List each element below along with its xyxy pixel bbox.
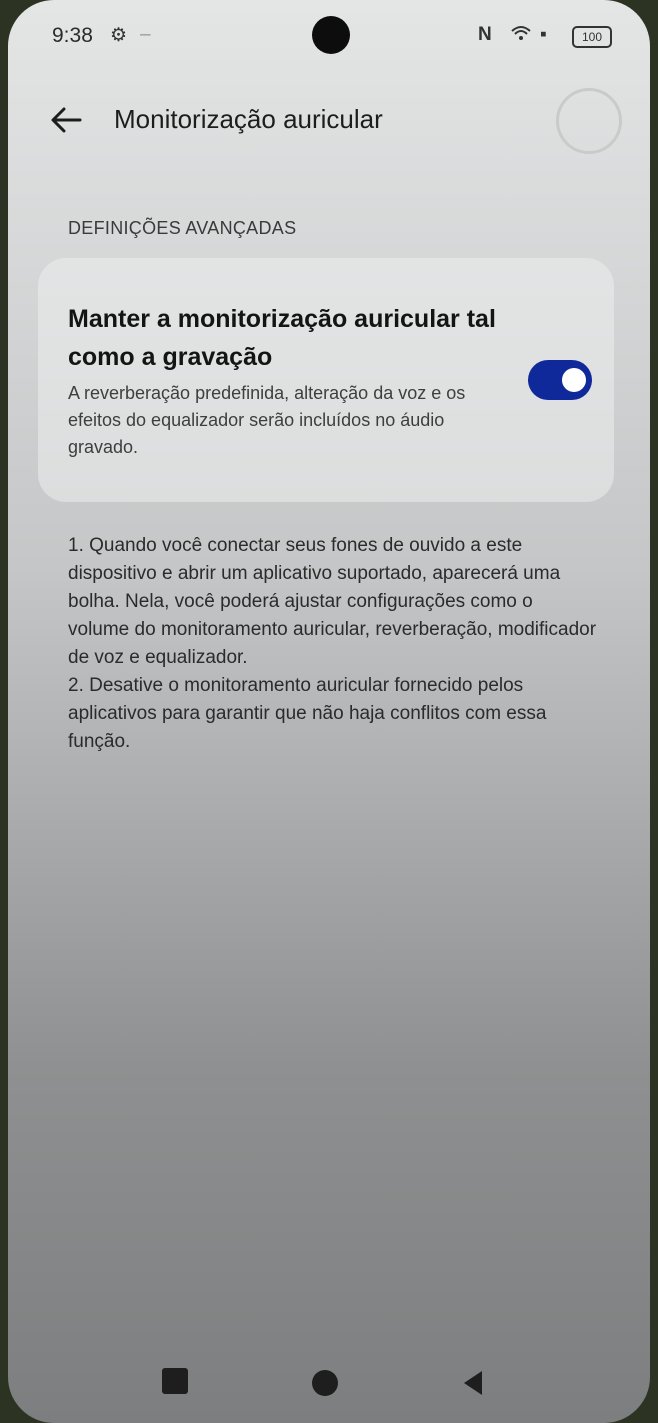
home-icon[interactable] bbox=[312, 1370, 338, 1396]
note-1: 1. Quando você conectar seus fones de ou… bbox=[68, 535, 597, 668]
page-title: Monitorização auricular bbox=[114, 104, 383, 134]
option-title: Manter a monitorização auricular tal com… bbox=[68, 305, 496, 371]
toggle-knob bbox=[562, 368, 586, 392]
nfc-icon: N bbox=[478, 24, 492, 45]
option-description: A reverberação predefinida, alteração da… bbox=[68, 383, 466, 457]
sim-icon: ▪ bbox=[540, 24, 547, 45]
back-icon[interactable] bbox=[458, 1368, 488, 1398]
note-2: 2. Desative o monitoramento auricular fo… bbox=[68, 675, 547, 752]
dash-icon: – bbox=[140, 24, 151, 45]
info-notes: 1. Quando você conectar seus fones de ou… bbox=[68, 532, 598, 756]
floating-circle-button[interactable] bbox=[556, 88, 622, 154]
monitoring-toggle[interactable] bbox=[528, 360, 592, 400]
phone-screen: 9:38 ⚙ – N ▪ 100 Monitorização auricular… bbox=[8, 0, 650, 1423]
battery-icon: 100 bbox=[572, 26, 612, 48]
status-time: 9:38 bbox=[52, 24, 93, 47]
back-arrow-icon[interactable] bbox=[46, 100, 86, 140]
front-camera bbox=[312, 16, 350, 54]
gear-icon: ⚙ bbox=[110, 25, 128, 46]
wifi-icon bbox=[510, 24, 532, 48]
recents-icon[interactable] bbox=[162, 1368, 188, 1394]
section-label: DEFINIÇÕES AVANÇADAS bbox=[68, 218, 297, 238]
